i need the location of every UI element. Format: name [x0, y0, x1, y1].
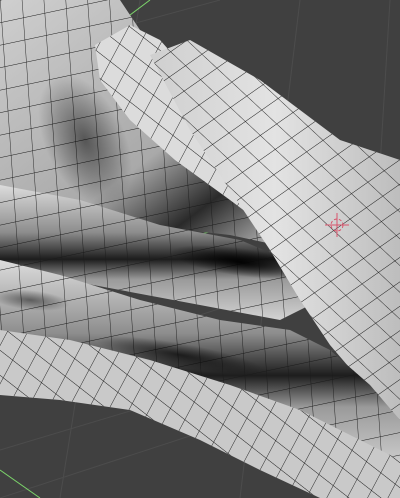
cloth-mesh[interactable] [0, 0, 400, 498]
y-axis-line-3 [0, 469, 41, 498]
3d-viewport[interactable] [0, 0, 400, 498]
viewport-canvas[interactable] [0, 0, 400, 498]
